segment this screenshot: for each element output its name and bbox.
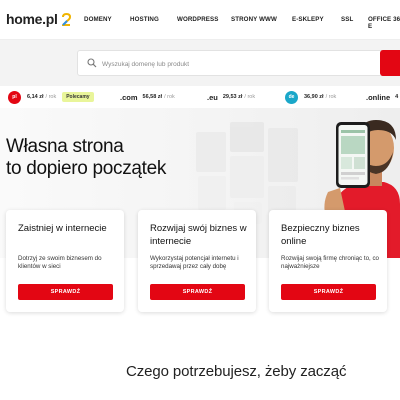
home-pl-logo[interactable]: home.pl — [6, 11, 72, 27]
card-title: Rozwijaj swój biznes w internecie — [150, 223, 247, 247]
card-description: Rozwijaj swoją firmę chroniąc to, co naj… — [281, 255, 380, 271]
domain-extension: .com — [120, 92, 138, 102]
domain-com[interactable]: .com 56,58 zł / rok — [120, 86, 175, 108]
domain-prices-row: pl 6,14 zł / rok Polecamy .com 56,58 zł … — [0, 86, 400, 108]
card-description: Wykorzystaj potencjał internetu i sprzed… — [150, 255, 239, 271]
domain-price: 4 — [395, 94, 399, 100]
recommended-badge: Polecamy — [62, 92, 94, 102]
check-button[interactable]: SPRAWDŹ — [150, 284, 245, 300]
domain-search-band — [0, 40, 400, 86]
search-input[interactable] — [102, 56, 362, 72]
check-button[interactable]: SPRAWDŹ — [18, 284, 113, 300]
domain-period: / rok — [45, 94, 57, 100]
nav-ssl[interactable]: SSL — [341, 16, 368, 30]
logo-text: home.pl — [6, 11, 58, 27]
logo-mark-icon — [60, 11, 72, 27]
domain-pl[interactable]: pl 6,14 zł / rok Polecamy — [8, 86, 94, 108]
nav-office-365[interactable]: OFFICE 365 E — [368, 16, 400, 30]
domain-eu[interactable]: .eu 29,53 zł / rok — [207, 86, 255, 108]
main-menu: DOMENY HOSTING WORDPRESS STRONY WWW E-SK… — [84, 16, 400, 30]
offer-card: Bezpieczny biznes online Rozwijaj swoją … — [269, 210, 387, 312]
domain-period: / rok — [325, 94, 337, 100]
offer-card: Rozwijaj swój biznes w internecie Wykorz… — [138, 210, 256, 312]
domain-extension: .eu — [207, 92, 218, 102]
nav-e-sklepy[interactable]: E-SKLEPY — [292, 16, 341, 30]
section-heading: Czego potrzebujesz, żeby zacząć — [126, 363, 347, 380]
offer-card: Zaistniej w internecie Dotrzyj ze swoim … — [6, 210, 124, 312]
nav-domeny[interactable]: DOMENY — [84, 16, 130, 30]
search-box — [77, 50, 387, 76]
hero-title-line-2: to dopiero początek — [6, 158, 167, 179]
top-navigation-bar: home.pl DOMENY HOSTING WORDPRESS STRONY … — [0, 0, 400, 40]
domain-online[interactable]: .online 4 — [366, 86, 400, 108]
de-badge-icon: de — [285, 90, 298, 104]
domain-price: 36,90 zł — [304, 94, 324, 100]
nav-wordpress[interactable]: WORDPRESS — [177, 16, 231, 30]
domain-price: 29,53 zł — [222, 94, 243, 100]
domain-period: / rok — [164, 94, 175, 100]
hero-title-line-1: Własna strona — [6, 136, 124, 157]
check-button[interactable]: SPRAWDŹ — [281, 284, 376, 300]
pl-badge-icon: pl — [8, 90, 21, 104]
hero-title: Własna strona to dopiero początek — [6, 136, 166, 180]
domain-extension: .online — [366, 92, 391, 102]
nav-strony-www[interactable]: STRONY WWW — [231, 16, 292, 30]
domain-period: / rok — [244, 94, 256, 100]
card-title: Zaistniej w internecie — [18, 223, 107, 234]
card-description: Dotrzyj ze swoim biznesem do klientów w … — [18, 255, 102, 271]
search-button[interactable] — [380, 50, 400, 76]
search-icon — [87, 58, 97, 68]
nav-hosting[interactable]: HOSTING — [130, 16, 177, 30]
domain-price: 6,14 zł — [27, 94, 44, 100]
card-title: Bezpieczny biznes online — [281, 223, 360, 247]
domain-de[interactable]: de 36,90 zł / rok — [285, 86, 336, 108]
domain-price: 56,58 zł — [142, 94, 163, 100]
